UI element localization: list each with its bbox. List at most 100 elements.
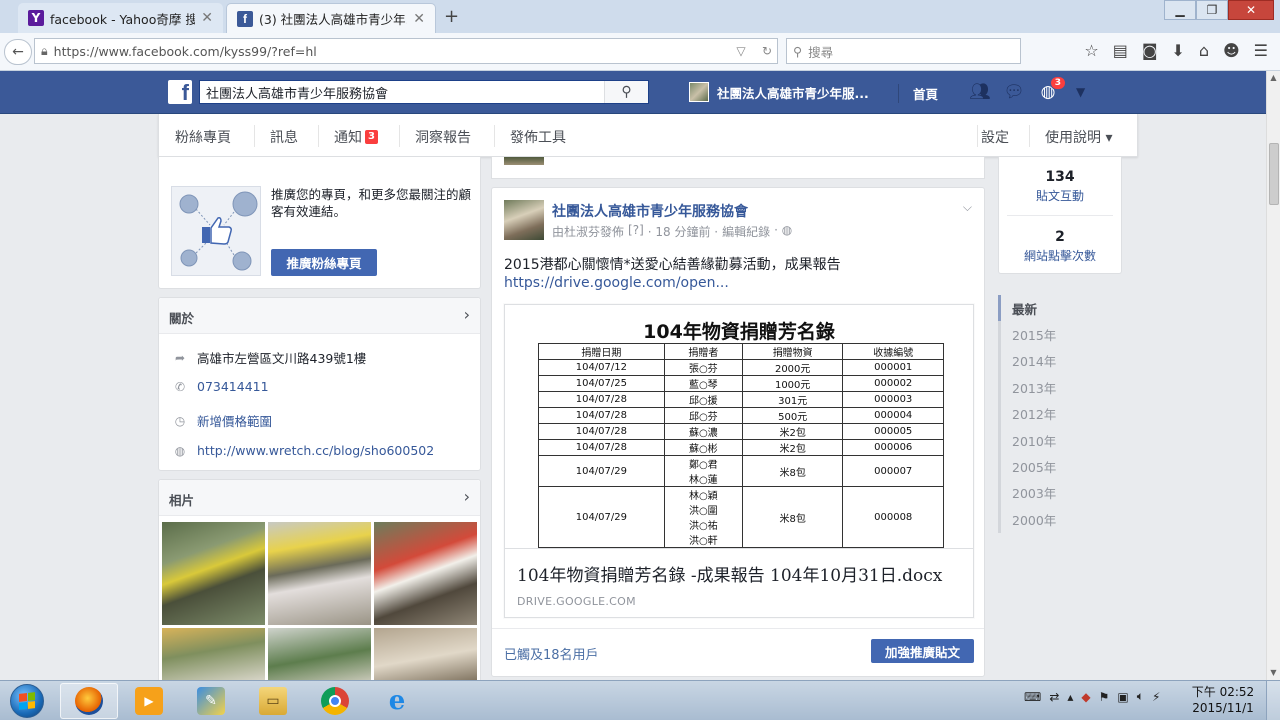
- page-shortcut[interactable]: 社團法人高雄市青少年服...: [689, 82, 869, 102]
- about-header[interactable]: 關於 ›: [159, 298, 480, 334]
- photo-thumbnail[interactable]: [268, 522, 371, 625]
- tray-chevron-icon[interactable]: ▴: [1067, 690, 1073, 704]
- photo-thumbnail[interactable]: [162, 628, 265, 688]
- network-icon[interactable]: ▣: [1117, 690, 1128, 704]
- timeline-year-item[interactable]: 2010年: [998, 426, 1122, 454]
- close-window-button[interactable]: ✕: [1228, 0, 1274, 20]
- scrollbar-thumb[interactable]: [1269, 143, 1279, 205]
- input-method-icon[interactable]: ⇄: [1049, 690, 1059, 704]
- table-cell: 000005: [842, 423, 944, 440]
- messages-icon[interactable]: 💬︎: [1002, 81, 1026, 103]
- power-icon[interactable]: ⚡: [1152, 690, 1160, 704]
- taskbar-media-player[interactable]: ▶: [120, 683, 178, 719]
- pocket-icon[interactable]: ◙: [1142, 41, 1158, 60]
- keyboard-icon[interactable]: ⌨: [1024, 690, 1041, 704]
- browser-search-input[interactable]: ⚲ 搜尋: [786, 38, 1021, 64]
- photo-thumbnail[interactable]: [374, 522, 477, 625]
- close-tab-icon[interactable]: ✕: [201, 10, 213, 26]
- home-link[interactable]: 首頁: [898, 84, 938, 103]
- taskbar-file-explorer[interactable]: ▭: [244, 683, 302, 719]
- help-menu[interactable]: 使用說明 ▾: [1045, 127, 1112, 147]
- tab-fanpage[interactable]: 粉絲專頁: [175, 127, 231, 147]
- tab-notifications[interactable]: 通知 3: [334, 127, 378, 147]
- promote-page-button[interactable]: 推廣粉絲專頁: [271, 249, 377, 276]
- reading-list-icon[interactable]: ▤: [1113, 41, 1128, 60]
- timeline-year-item[interactable]: 2000年: [998, 506, 1122, 533]
- website-link[interactable]: http://www.wretch.cc/blog/sho600502: [197, 443, 434, 458]
- system-tray: ⌨ ⇄ ▴ ◆ ⚑ ▣ 🔈︎ ⚡: [1024, 689, 1160, 704]
- timeline-year-item[interactable]: 2015年: [998, 321, 1122, 348]
- post-author-avatar[interactable]: [504, 200, 544, 240]
- tab-publishing-tools[interactable]: 發佈工具: [510, 127, 566, 147]
- timeline-year-item[interactable]: 2013年: [998, 374, 1122, 401]
- photo-thumbnail[interactable]: [162, 522, 265, 625]
- home-icon[interactable]: ⌂: [1199, 41, 1209, 60]
- photo-thumbnail[interactable]: [374, 628, 477, 688]
- post-time[interactable]: · 18 分鐘前 ·: [648, 223, 718, 240]
- action-center-flag-icon[interactable]: ⚑: [1099, 690, 1110, 704]
- browser-tab-facebook[interactable]: f (3) 社團法人高雄市青少年... ✕: [226, 3, 436, 33]
- website-row: ◍ http://www.wretch.cc/blog/sho600502: [173, 443, 434, 458]
- tab-insights[interactable]: 洞察報告: [415, 127, 471, 147]
- browser-tab-yahoo[interactable]: Y facebook - Yahoo奇摩 搜... ✕: [18, 3, 223, 33]
- bookmark-star-icon[interactable]: ☆: [1084, 41, 1098, 60]
- facebook-logo-icon[interactable]: f: [168, 80, 192, 104]
- link-attachment[interactable]: 104年物資捐贈芳名錄 捐贈日期 捐贈者 捐贈物資 收據編號 104/07/12 張○芬…: [504, 304, 974, 618]
- url-history-dropdown-icon[interactable]: ▽: [731, 44, 751, 58]
- post-reach[interactable]: 已觸及18名用戶: [504, 644, 599, 663]
- table-cell: 邱○芬: [663, 407, 743, 424]
- website-clicks-stat[interactable]: 2 網站點擊次數: [999, 229, 1121, 264]
- phone-text[interactable]: 073414411: [197, 379, 269, 394]
- back-button[interactable]: ←: [4, 39, 32, 65]
- scroll-up-icon[interactable]: ▲: [1267, 71, 1280, 85]
- taskbar-paint[interactable]: ✎: [182, 683, 240, 719]
- edit-history-link[interactable]: 編輯紀錄: [722, 223, 770, 240]
- photos-header[interactable]: 相片 ›: [159, 480, 480, 516]
- close-tab-icon[interactable]: ✕: [413, 11, 425, 27]
- tab-settings[interactable]: 設定: [981, 127, 1009, 147]
- antivirus-icon[interactable]: ◆: [1081, 690, 1090, 704]
- taskbar-internet-explorer[interactable]: e: [368, 683, 426, 719]
- scroll-down-icon[interactable]: ▼: [1267, 666, 1280, 680]
- notifications-globe-icon[interactable]: ◍ 3: [1036, 76, 1066, 103]
- table-cell: 張○芬: [663, 359, 743, 376]
- post-engagement-stat[interactable]: 134 貼文互動: [999, 169, 1121, 204]
- downloads-icon[interactable]: ⬇: [1171, 41, 1184, 60]
- post-link[interactable]: https://drive.google.com/open...: [504, 275, 729, 291]
- taskbar-chrome[interactable]: [306, 683, 364, 719]
- account-menu-caret-icon[interactable]: ▼: [1076, 85, 1085, 99]
- post-options-chevron-icon[interactable]: ⌵: [963, 200, 972, 215]
- table-cell: 000003: [842, 391, 944, 408]
- start-button[interactable]: [5, 683, 49, 719]
- restore-button[interactable]: ❐: [1196, 0, 1228, 20]
- privacy-globe-icon[interactable]: · ◍: [774, 223, 792, 240]
- menu-icon[interactable]: ☰: [1254, 41, 1268, 60]
- page-scrollbar[interactable]: ▲ ▼: [1266, 71, 1280, 680]
- boost-post-button[interactable]: 加強推廣貼文: [871, 639, 974, 663]
- photo-thumbnail[interactable]: [268, 628, 371, 688]
- post-author-name[interactable]: 社團法人高雄市青少年服務協會: [552, 201, 748, 221]
- timeline-year-item[interactable]: 2014年: [998, 347, 1122, 375]
- attachment-title[interactable]: 104年物資捐贈芳名錄 -成果報告 104年10月31日.docx: [517, 561, 942, 586]
- reload-icon[interactable]: ↻: [757, 44, 777, 58]
- document-preview[interactable]: 104年物資捐贈芳名錄 捐贈日期 捐贈者 捐贈物資 收據編號 104/07/12 張○芬…: [505, 305, 973, 549]
- chat-icon[interactable]: ☻: [1223, 41, 1240, 60]
- taskbar-firefox[interactable]: [60, 683, 118, 719]
- search-button[interactable]: ⚲: [604, 81, 648, 103]
- minimize-button[interactable]: ▁: [1164, 0, 1196, 20]
- timeline-year-item[interactable]: 2003年: [998, 479, 1122, 507]
- tab-messages[interactable]: 訊息: [270, 127, 298, 147]
- new-tab-button[interactable]: +: [444, 6, 459, 27]
- post-publisher[interactable]: 由杜淑芬發佈: [552, 223, 624, 240]
- timeline-year-item[interactable]: 2005年: [998, 453, 1122, 480]
- timeline-year-item[interactable]: 最新: [998, 295, 1122, 322]
- show-desktop-button[interactable]: [1266, 681, 1280, 720]
- address-bar[interactable]: 🔒︎ https://www.facebook.com/kyss99/?ref=…: [34, 38, 778, 64]
- add-price-range-link[interactable]: 新增價格範圍: [197, 411, 272, 430]
- facebook-search-input[interactable]: 社團法人高雄市青少年服務協會 ⚲: [199, 80, 649, 104]
- timeline-year-item[interactable]: 2012年: [998, 400, 1122, 427]
- volume-icon[interactable]: 🔈︎: [1137, 689, 1144, 704]
- system-clock[interactable]: 下午 02:52 2015/11/1: [1190, 684, 1256, 716]
- publisher-help[interactable]: [?]: [628, 223, 644, 240]
- friend-requests-icon[interactable]: 👥︎: [968, 81, 992, 103]
